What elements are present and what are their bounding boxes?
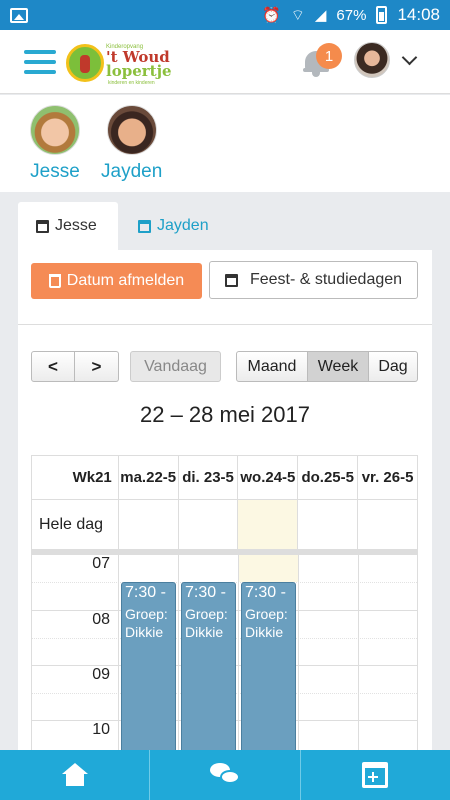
view-switcher: Maand Week Dag: [236, 351, 418, 382]
calendar-card: Datum afmelden Feest- & studiedagen < > …: [18, 250, 432, 754]
logo-name-line2: lopertje: [106, 62, 172, 80]
tab-label: Jesse: [55, 217, 97, 234]
hour-label: 10: [92, 721, 110, 738]
day-header[interactable]: wo. 24-5: [237, 456, 297, 499]
chevron-down-icon[interactable]: [401, 49, 418, 66]
column-line: [298, 554, 299, 753]
event-group: Groep: Dikkie: [245, 606, 288, 640]
date-range-title: 22 – 28 mei 2017: [139, 402, 311, 427]
next-button[interactable]: >: [75, 351, 119, 382]
column-line: [238, 554, 239, 753]
logo[interactable]: Kinderopvang 't Woud lopertje kinderen e…: [66, 42, 172, 86]
view-month-button[interactable]: Maand: [236, 351, 308, 382]
child-name[interactable]: Jesse: [30, 161, 80, 183]
tab-jesse[interactable]: Jesse: [18, 202, 118, 250]
today-button[interactable]: Vandaag: [130, 351, 221, 382]
hour-label: 09: [92, 666, 110, 683]
hour-label: 07: [92, 555, 110, 572]
child-avatar[interactable]: [106, 105, 157, 155]
hour-row: 07: [32, 554, 417, 582]
calendar-icon: [36, 219, 49, 233]
home-icon: [61, 763, 88, 787]
nav-home-button[interactable]: [0, 750, 149, 800]
app-header: Kinderopvang 't Woud lopertje kinderen e…: [0, 30, 450, 94]
datum-afmelden-label: Datum afmelden: [66, 272, 185, 289]
event-group: Groep: Dikkie: [185, 606, 228, 640]
trash-icon: [48, 274, 61, 288]
image-notification-icon: [10, 7, 28, 23]
all-day-cell[interactable]: [177, 500, 238, 549]
notification-badge[interactable]: 1: [316, 43, 342, 69]
event-time: 7:30 -: [125, 584, 166, 601]
tab-label: Jayden: [157, 217, 209, 234]
datum-afmelden-button[interactable]: Datum afmelden: [31, 263, 202, 299]
event-time: 7:30 -: [245, 584, 286, 601]
time-grid[interactable]: 07 08 09 10 7:30 - Groep: Dikkie 7:30 - …: [31, 554, 418, 754]
children-selector: Jesse Jayden: [0, 95, 450, 192]
tab-jayden[interactable]: Jayden: [120, 202, 227, 250]
day-header[interactable]: vr. 26- 5: [357, 456, 417, 499]
day-header[interactable]: do. 25-5: [297, 456, 357, 499]
nav-messages-button[interactable]: [149, 750, 299, 800]
all-day-cell[interactable]: [297, 500, 357, 549]
all-day-label: Hele dag: [39, 516, 104, 533]
column-line: [178, 554, 179, 753]
user-avatar[interactable]: [354, 42, 390, 78]
week-number: Wk21: [72, 469, 112, 486]
hour-label: 08: [92, 611, 110, 628]
calendar-event[interactable]: 7:30 - Groep: Dikkie: [121, 582, 176, 753]
menu-icon[interactable]: [24, 50, 56, 76]
day-header[interactable]: di. 23- 5: [177, 456, 238, 499]
clock: 14:08: [397, 5, 440, 24]
logo-subtitle: kinderen en kinderen: [108, 80, 155, 86]
chat-icon: [209, 763, 240, 787]
child-jesse[interactable]: Jesse: [30, 105, 80, 183]
column-line: [358, 554, 359, 753]
logo-emblem: [66, 44, 104, 82]
logo-name: 't Woud lopertje: [106, 50, 172, 80]
calendar-event[interactable]: 7:30 - Groep: Dikkie: [181, 582, 236, 753]
week-calendar: Wk21 ma. 22-5 di. 23- 5 wo. 24-5 do. 25-5 vr…: [31, 455, 418, 754]
all-day-cell[interactable]: [117, 500, 178, 549]
calendar-plus-icon: [362, 762, 389, 788]
alarm-icon: ⏰: [262, 7, 281, 24]
nav-add-calendar-button[interactable]: [299, 750, 450, 800]
all-day-row: Hele dag: [31, 500, 418, 550]
signal-icon: ◢: [314, 7, 327, 24]
bottom-navigation: [0, 750, 450, 800]
event-time: 7:30 -: [185, 584, 226, 601]
view-week-button[interactable]: Week: [308, 351, 369, 382]
child-jayden[interactable]: Jayden: [101, 105, 162, 183]
calendar-header-row: Wk21 ma. 22-5 di. 23- 5 wo. 24-5 do. 25-5 vr…: [31, 455, 418, 500]
event-group: Groep: Dikkie: [125, 606, 168, 640]
view-day-button[interactable]: Dag: [369, 351, 418, 382]
child-avatar[interactable]: [30, 105, 80, 155]
date-navigation: < >: [31, 351, 119, 382]
calendar-icon: [138, 219, 151, 233]
divider: [18, 324, 432, 325]
battery-icon: [376, 6, 388, 24]
feest-studiedagen-label: Feest- & studiedagen: [249, 271, 403, 288]
battery-percentage: 67%: [336, 6, 367, 24]
calendar-icon: [224, 273, 238, 287]
previous-button[interactable]: <: [31, 351, 75, 382]
day-header[interactable]: ma. 22-5: [117, 456, 178, 499]
feest-studiedagen-button[interactable]: Feest- & studiedagen: [209, 261, 418, 299]
column-line: [118, 554, 119, 753]
all-day-cell[interactable]: [357, 500, 417, 549]
wifi-icon: ⌔: [290, 6, 305, 24]
child-name[interactable]: Jayden: [101, 161, 162, 183]
all-day-cell[interactable]: [237, 500, 298, 549]
calendar-event[interactable]: 7:30 - Groep: Dikkie: [241, 582, 296, 753]
child-tabs: Jesse Jayden: [18, 202, 432, 250]
status-bar: ⏰ ⌔ ◢ 67% 14:08: [0, 0, 450, 30]
